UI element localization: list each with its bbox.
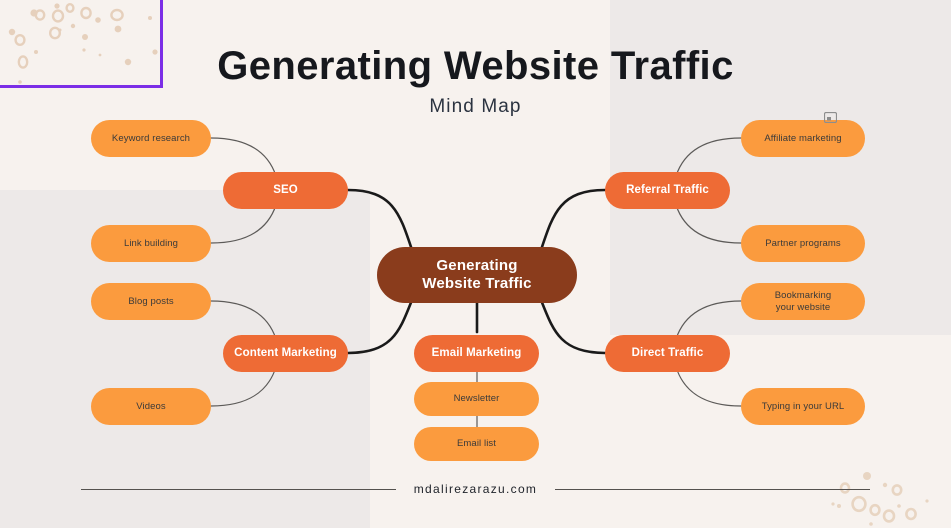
node-leaf-blog-posts[interactable]: Blog posts — [91, 283, 211, 320]
footer-website: mdalirezarazu.com — [413, 482, 538, 496]
node-leaf-keyword-research[interactable]: Keyword research — [91, 120, 211, 157]
node-leaf-bookmarking-line2: your website — [775, 301, 831, 313]
node-leaf-email-list[interactable]: Email list — [414, 427, 539, 461]
node-center-generating-website-traffic[interactable]: Generating Website Traffic — [377, 247, 577, 303]
node-center-line2: Website Traffic — [422, 275, 532, 292]
node-leaf-partner-programs[interactable]: Partner programs — [741, 225, 865, 262]
node-branch-content-marketing[interactable]: Content Marketing — [223, 335, 348, 372]
node-leaf-bookmarking-line1: Bookmarking — [774, 289, 832, 301]
node-leaf-affiliate-marketing[interactable]: Affiliate marketing — [741, 120, 865, 157]
page-subtitle: Mind Map — [429, 96, 522, 117]
node-leaf-typing-in-your-url[interactable]: Typing in your URL — [741, 388, 865, 425]
node-leaf-newsletter[interactable]: Newsletter — [414, 382, 539, 416]
node-leaf-bookmarking-your-website[interactable]: Bookmarking your website — [741, 283, 865, 320]
page-title: Generating Website Traffic — [217, 44, 734, 88]
node-branch-direct-traffic[interactable]: Direct Traffic — [605, 335, 730, 372]
cursor-icon — [824, 112, 837, 123]
node-center-line1: Generating — [436, 256, 518, 274]
node-leaf-videos[interactable]: Videos — [91, 388, 211, 425]
footer-rule-right — [555, 488, 871, 490]
node-branch-referral-traffic[interactable]: Referral Traffic — [605, 172, 730, 209]
mindmap-canvas: Generating Website Traffic Mind Map Gene… — [0, 0, 951, 528]
node-branch-seo[interactable]: SEO — [223, 172, 348, 209]
footer-rule-left — [80, 488, 396, 490]
node-branch-email-marketing[interactable]: Email Marketing — [414, 335, 539, 372]
node-leaf-link-building[interactable]: Link building — [91, 225, 211, 262]
footer: mdalirezarazu.com — [0, 479, 951, 499]
